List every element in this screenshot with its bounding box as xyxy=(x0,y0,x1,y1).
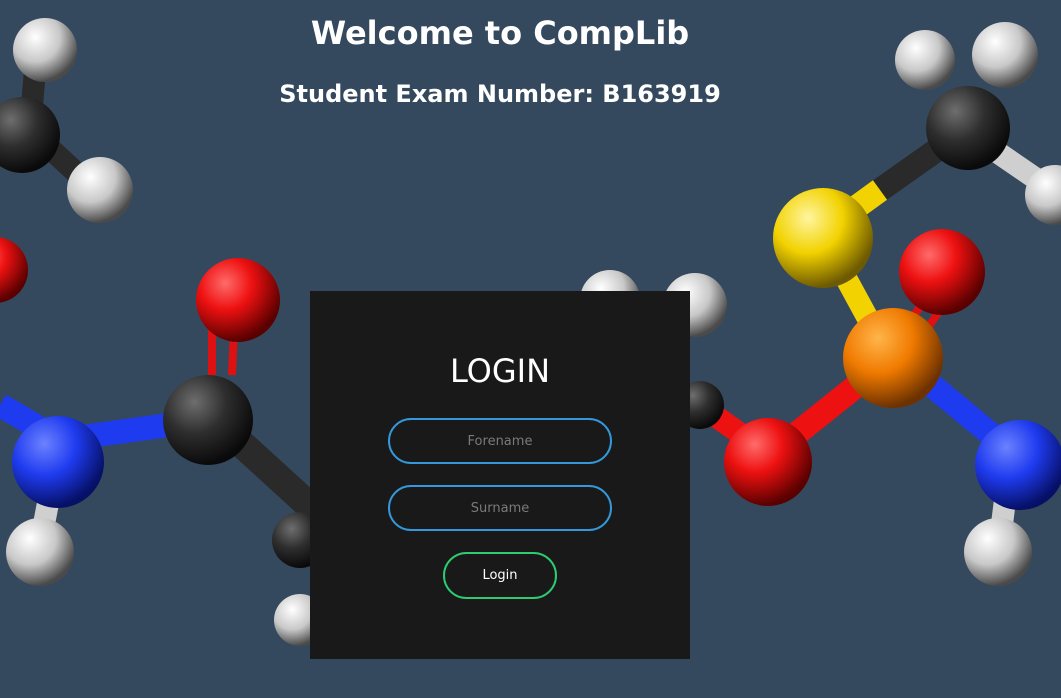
student-exam-number: Student Exam Number: B163919 xyxy=(279,80,721,108)
login-panel: LOGIN Login xyxy=(310,291,690,659)
page-title: Welcome to CompLib xyxy=(310,14,690,52)
surname-input[interactable] xyxy=(388,485,612,531)
login-heading: LOGIN xyxy=(449,352,551,390)
forename-input[interactable] xyxy=(388,418,612,464)
login-button[interactable]: Login xyxy=(443,552,557,599)
